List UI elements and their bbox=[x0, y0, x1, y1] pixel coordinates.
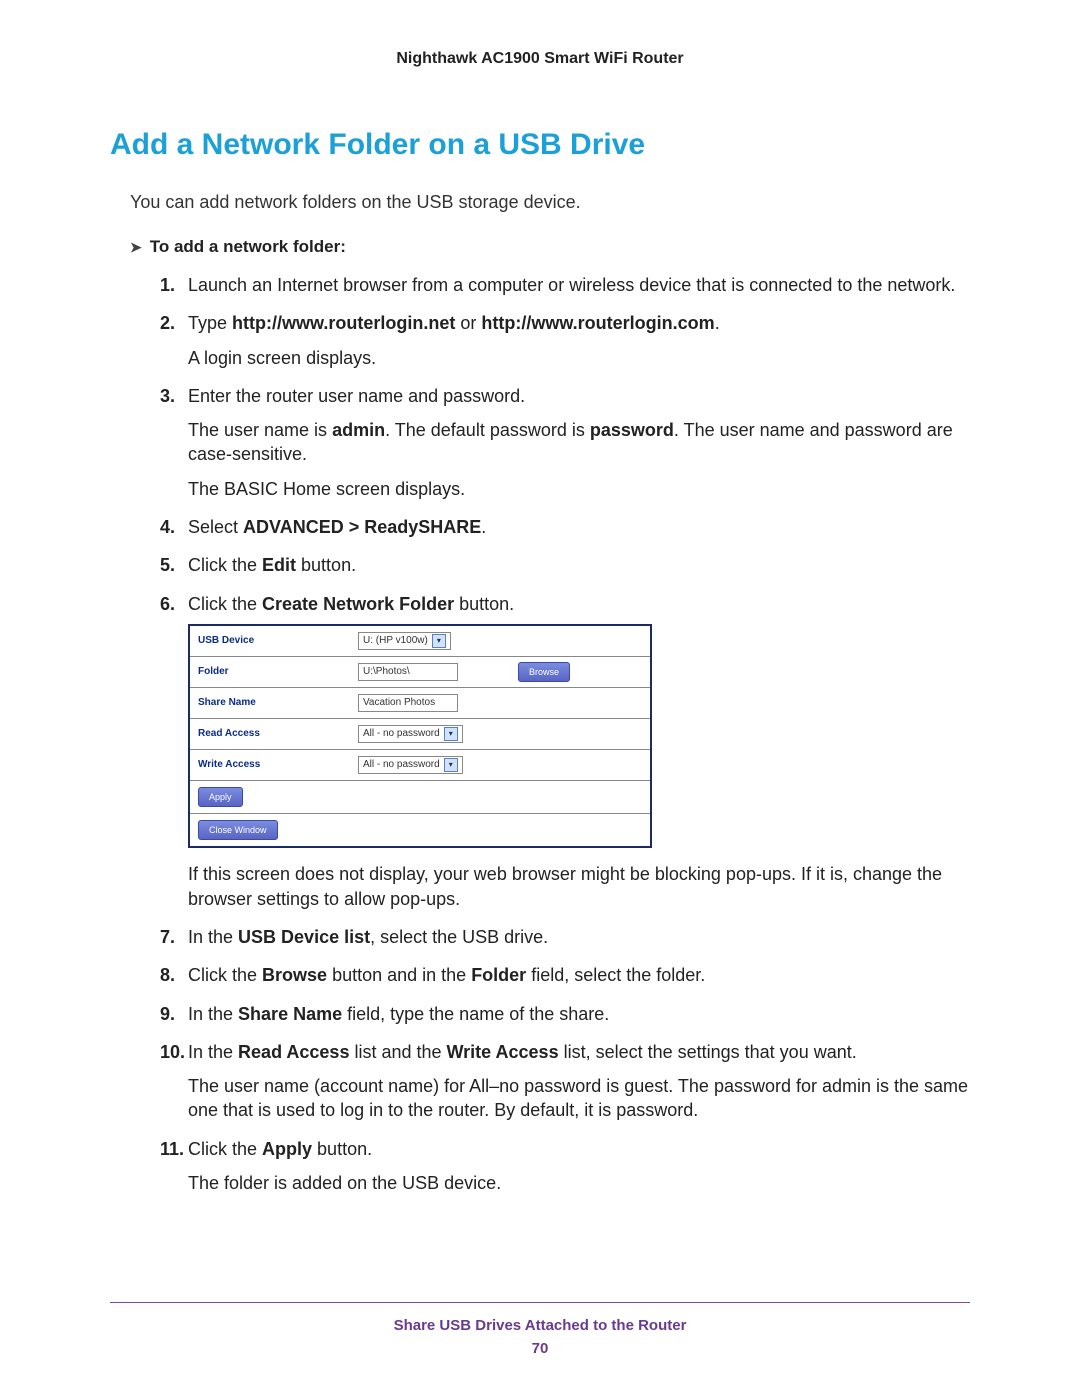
dialog-close-row: Close Window bbox=[190, 814, 650, 846]
section-intro: You can add network folders on the USB s… bbox=[130, 192, 970, 213]
page-footer: Share USB Drives Attached to the Router … bbox=[110, 1302, 970, 1357]
step-6-btn: Create Network Folder bbox=[262, 594, 454, 614]
step-2-post: . bbox=[715, 313, 720, 333]
step-4-nav: ADVANCED > ReadySHARE bbox=[243, 517, 481, 537]
usb-device-value: U: (HP v100w) bbox=[363, 634, 428, 648]
write-access-select[interactable]: All - no password ▾ bbox=[358, 756, 463, 774]
step-1-text: Launch an Internet browser from a comput… bbox=[188, 275, 955, 295]
step-3-text: Enter the router user name and password. bbox=[188, 386, 525, 406]
write-access-value: All - no password bbox=[363, 758, 440, 772]
dialog-row-read-access: Read Access All - no password ▾ bbox=[190, 719, 650, 750]
read-access-label: Read Access bbox=[198, 727, 358, 741]
step-11-post: button. bbox=[312, 1139, 372, 1159]
footer-divider bbox=[110, 1302, 970, 1303]
chevron-down-icon: ▾ bbox=[432, 634, 446, 648]
step-6: Click the Create Network Folder button. … bbox=[160, 592, 970, 911]
step-6-post: button. bbox=[454, 594, 514, 614]
step-2: Type http://www.routerlogin.net or http:… bbox=[160, 311, 970, 370]
step-9-pre: In the bbox=[188, 1004, 238, 1024]
step-3-p2: The user name is admin. The default pass… bbox=[188, 418, 970, 467]
step-8-post: field, select the folder. bbox=[526, 965, 705, 985]
create-network-folder-dialog: USB Device U: (HP v100w) ▾ Folder U:\Pho… bbox=[188, 624, 652, 848]
step-7-b: USB Device list bbox=[238, 927, 370, 947]
dialog-row-write-access: Write Access All - no password ▾ bbox=[190, 750, 650, 781]
step-5: Click the Edit button. bbox=[160, 553, 970, 577]
step-3-admin: admin bbox=[332, 420, 385, 440]
dialog-apply-row: Apply bbox=[190, 781, 650, 814]
read-access-value: All - no password bbox=[363, 727, 440, 741]
steps-list: Launch an Internet browser from a comput… bbox=[160, 273, 970, 1195]
close-window-button[interactable]: Close Window bbox=[198, 820, 278, 840]
step-2-pre: Type bbox=[188, 313, 232, 333]
dialog-row-share-name: Share Name Vacation Photos bbox=[190, 688, 650, 719]
step-4: Select ADVANCED > ReadySHARE. bbox=[160, 515, 970, 539]
step-6-pre: Click the bbox=[188, 594, 262, 614]
footer-page-number: 70 bbox=[110, 1340, 970, 1357]
read-access-select[interactable]: All - no password ▾ bbox=[358, 725, 463, 743]
usb-device-select[interactable]: U: (HP v100w) ▾ bbox=[358, 632, 451, 650]
step-5-btn: Edit bbox=[262, 555, 296, 575]
step-4-pre: Select bbox=[188, 517, 243, 537]
browse-button[interactable]: Browse bbox=[518, 662, 570, 682]
step-9-b: Share Name bbox=[238, 1004, 342, 1024]
chevron-down-icon: ▾ bbox=[444, 758, 458, 772]
step-2-url2: http://www.routerlogin.com bbox=[481, 313, 714, 333]
step-10-mid: list and the bbox=[349, 1042, 446, 1062]
step-3-p2b: . The default password is bbox=[385, 420, 590, 440]
share-name-label: Share Name bbox=[198, 696, 358, 710]
step-2-p2: A login screen displays. bbox=[188, 346, 970, 370]
step-2-url1: http://www.routerlogin.net bbox=[232, 313, 455, 333]
step-8: Click the Browse button and in the Folde… bbox=[160, 963, 970, 987]
step-10-b1: Read Access bbox=[238, 1042, 349, 1062]
dialog-row-usb-device: USB Device U: (HP v100w) ▾ bbox=[190, 626, 650, 657]
usb-device-label: USB Device bbox=[198, 634, 358, 648]
step-3-password: password bbox=[590, 420, 674, 440]
document-page: Nighthawk AC1900 Smart WiFi Router Add a… bbox=[0, 0, 1080, 1397]
step-5-post: button. bbox=[296, 555, 356, 575]
step-10-pre: In the bbox=[188, 1042, 238, 1062]
procedure-heading: ➤ To add a network folder: bbox=[130, 237, 970, 257]
step-7: In the USB Device list, select the USB d… bbox=[160, 925, 970, 949]
folder-label: Folder bbox=[198, 665, 358, 679]
step-2-mid: or bbox=[455, 313, 481, 333]
step-3: Enter the router user name and password.… bbox=[160, 384, 970, 501]
step-3-p2a: The user name is bbox=[188, 420, 332, 440]
doc-header: Nighthawk AC1900 Smart WiFi Router bbox=[110, 50, 970, 68]
step-11-b: Apply bbox=[262, 1139, 312, 1159]
triangle-icon: ➤ bbox=[130, 239, 142, 256]
step-1: Launch an Internet browser from a comput… bbox=[160, 273, 970, 297]
step-8-b2: Folder bbox=[471, 965, 526, 985]
step-10-post: list, select the settings that you want. bbox=[559, 1042, 857, 1062]
step-5-pre: Click the bbox=[188, 555, 262, 575]
step-8-pre: Click the bbox=[188, 965, 262, 985]
footer-chapter: Share USB Drives Attached to the Router bbox=[110, 1317, 970, 1334]
step-11: Click the Apply button. The folder is ad… bbox=[160, 1137, 970, 1196]
step-11-pre: Click the bbox=[188, 1139, 262, 1159]
step-4-post: . bbox=[481, 517, 486, 537]
step-10-b2: Write Access bbox=[447, 1042, 559, 1062]
write-access-label: Write Access bbox=[198, 758, 358, 772]
share-name-input[interactable]: Vacation Photos bbox=[358, 694, 458, 712]
step-9-post: field, type the name of the share. bbox=[342, 1004, 609, 1024]
dialog-row-folder: Folder U:\Photos\ Browse bbox=[190, 657, 650, 688]
step-7-post: , select the USB drive. bbox=[370, 927, 548, 947]
step-11-p2: The folder is added on the USB device. bbox=[188, 1171, 970, 1195]
chevron-down-icon: ▾ bbox=[444, 727, 458, 741]
step-8-b1: Browse bbox=[262, 965, 327, 985]
section-title: Add a Network Folder on a USB Drive bbox=[110, 128, 970, 162]
step-10-p2: The user name (account name) for All–no … bbox=[188, 1074, 970, 1123]
procedure-heading-text: To add a network folder: bbox=[150, 237, 346, 257]
step-8-mid: button and in the bbox=[327, 965, 471, 985]
folder-input[interactable]: U:\Photos\ bbox=[358, 663, 458, 681]
step-9: In the Share Name field, type the name o… bbox=[160, 1002, 970, 1026]
apply-button[interactable]: Apply bbox=[198, 787, 243, 807]
step-7-pre: In the bbox=[188, 927, 238, 947]
step-3-p3: The BASIC Home screen displays. bbox=[188, 477, 970, 501]
step-6-p2: If this screen does not display, your we… bbox=[188, 862, 970, 911]
step-10: In the Read Access list and the Write Ac… bbox=[160, 1040, 970, 1123]
